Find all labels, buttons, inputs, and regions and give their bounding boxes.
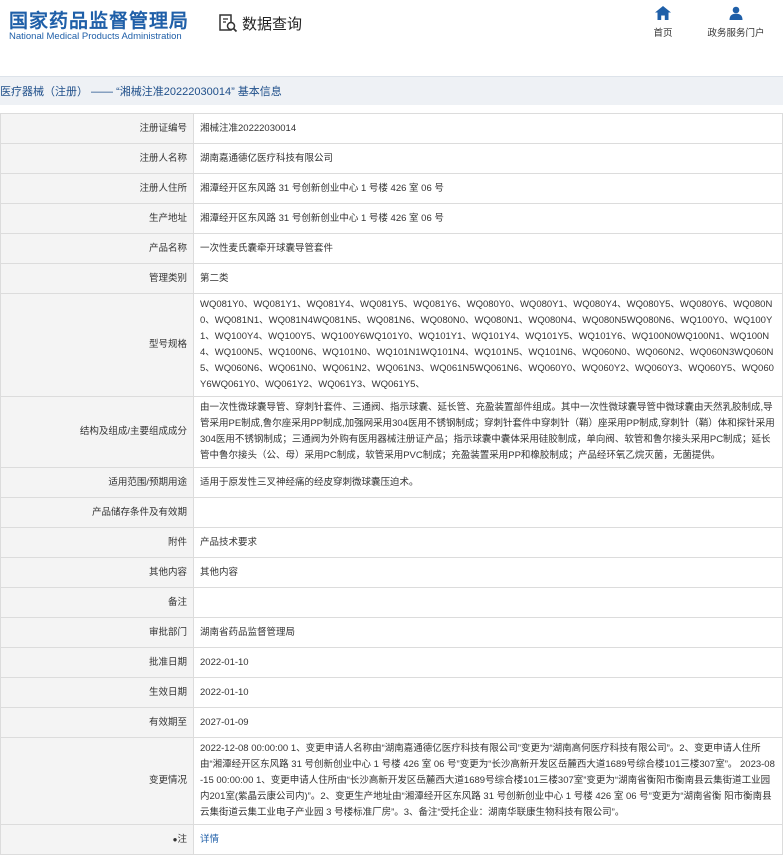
field-value: 2022-01-10: [193, 677, 783, 708]
table-row-note: ●注 详情: [0, 824, 783, 855]
field-label: 附件: [0, 527, 194, 558]
record-info-table: 注册证编号 湘械注准20222030014 注册人名称 湖南嘉通德亿医疗科技有限公司…: [0, 113, 783, 855]
table-row: 型号规格 WQ081Y0、WQ081Y1、WQ081Y4、WQ081Y5、WQ08…: [0, 293, 783, 397]
note-value-cell: 详情: [193, 824, 783, 855]
table-row: 生效日期 2022-01-10: [0, 677, 783, 708]
nav-service-portal[interactable]: 政务服务门户: [700, 6, 772, 39]
note-label-cell: ●注: [0, 824, 194, 855]
field-label: 生产地址: [0, 203, 194, 234]
field-value: 湘潭经开区东风路 31 号创新创业中心 1 号楼 426 室 06 号: [193, 173, 783, 204]
field-label: 审批部门: [0, 617, 194, 648]
field-label: 注册人住所: [0, 173, 194, 204]
field-value: 2027-01-09: [193, 707, 783, 738]
table-row: 产品名称 一次性麦氏囊牵开球囊导管套件: [0, 233, 783, 264]
field-label: 生效日期: [0, 677, 194, 708]
field-label: 型号规格: [0, 293, 194, 397]
nav-home-label: 首页: [653, 28, 673, 39]
table-row: 结构及组成/主要组成成分 由一次性微球囊导管、穿刺针套件、三通阀、指示球囊、延长管…: [0, 396, 783, 468]
field-value: 湘械注准20222030014: [193, 113, 783, 144]
note-label: 注: [177, 833, 187, 845]
table-row: 生产地址 湘潭经开区东风路 31 号创新创业中心 1 号楼 426 室 06 号: [0, 203, 783, 234]
table-row: 其他内容 其他内容: [0, 557, 783, 588]
magnifier-document-icon: [219, 14, 238, 33]
table-row: 适用范围/预期用途 适用于原发性三叉神经痛的经皮穿刺微球囊压迫术。: [0, 467, 783, 498]
site-header: 国家药品监督管理局 National Medical Products Admi…: [0, 0, 783, 60]
home-icon: [655, 6, 671, 20]
table-row: 变更情况 2022-12-08 00:00:00 1、变更申请人名称由“湖南嘉通德…: [0, 737, 783, 825]
field-label: 注册证编号: [0, 113, 194, 144]
record-title: 医疗器械（注册） —— “湘械注准20222030014” 基本信息: [0, 86, 282, 98]
field-value: 一次性麦氏囊牵开球囊导管套件: [193, 233, 783, 264]
table-row: 有效期至 2027-01-09: [0, 707, 783, 738]
data-query-label: 数据查询: [242, 15, 303, 33]
table-row: 审批部门 湖南省药品监督管理局: [0, 617, 783, 648]
field-label: 结构及组成/主要组成成分: [0, 396, 194, 468]
table-row: 管理类别 第二类: [0, 263, 783, 294]
field-value: 第二类: [193, 263, 783, 294]
field-label: 适用范围/预期用途: [0, 467, 194, 498]
field-value: 产品技术要求: [193, 527, 783, 558]
field-value: 湘潭经开区东风路 31 号创新创业中心 1 号楼 426 室 06 号: [193, 203, 783, 234]
record-title-bar: 医疗器械（注册） —— “湘械注准20222030014” 基本信息: [0, 76, 783, 105]
field-value: 湖南嘉通德亿医疗科技有限公司: [193, 143, 783, 174]
details-link[interactable]: 详情: [200, 834, 219, 845]
data-query-heading: 数据查询: [218, 12, 302, 34]
field-label: 注册人名称: [0, 143, 194, 174]
table-row: 产品储存条件及有效期: [0, 497, 783, 528]
field-label: 其他内容: [0, 557, 194, 588]
field-value: 其他内容: [193, 557, 783, 588]
field-value: [193, 497, 783, 528]
table-row: 注册证编号 湘械注准20222030014: [0, 113, 783, 144]
table-row: 批准日期 2022-01-10: [0, 647, 783, 678]
field-value: [193, 587, 783, 618]
field-value: WQ081Y0、WQ081Y1、WQ081Y4、WQ081Y5、WQ081Y6、…: [193, 293, 783, 397]
field-value: 适用于原发性三叉神经痛的经皮穿刺微球囊压迫术。: [193, 467, 783, 498]
field-label: 批准日期: [0, 647, 194, 678]
field-value: 湖南省药品监督管理局: [193, 617, 783, 648]
field-label: 管理类别: [0, 263, 194, 294]
site-logo-english: National Medical Products Administration: [9, 31, 182, 42]
table-row: 注册人名称 湖南嘉通德亿医疗科技有限公司: [0, 143, 783, 174]
field-value: 2022-12-08 00:00:00 1、变更申请人名称由“湖南嘉通德亿医疗科…: [193, 737, 783, 825]
field-label: 产品储存条件及有效期: [0, 497, 194, 528]
site-logo-chinese[interactable]: 国家药品监督管理局: [9, 6, 189, 33]
nav-service-label: 政务服务门户: [707, 28, 765, 39]
field-label: 变更情况: [0, 737, 194, 825]
field-label: 备注: [0, 587, 194, 618]
table-row: 备注: [0, 587, 783, 618]
field-label: 有效期至: [0, 707, 194, 738]
table-row: 注册人住所 湘潭经开区东风路 31 号创新创业中心 1 号楼 426 室 06 号: [0, 173, 783, 204]
field-value: 2022-01-10: [193, 647, 783, 678]
field-label: 产品名称: [0, 233, 194, 264]
user-icon: [729, 6, 743, 20]
nav-home[interactable]: 首页: [645, 6, 681, 39]
field-value: 由一次性微球囊导管、穿刺针套件、三通阀、指示球囊、延长管、充盈装置部件组成。其中…: [193, 396, 783, 468]
table-row: 附件 产品技术要求: [0, 527, 783, 558]
